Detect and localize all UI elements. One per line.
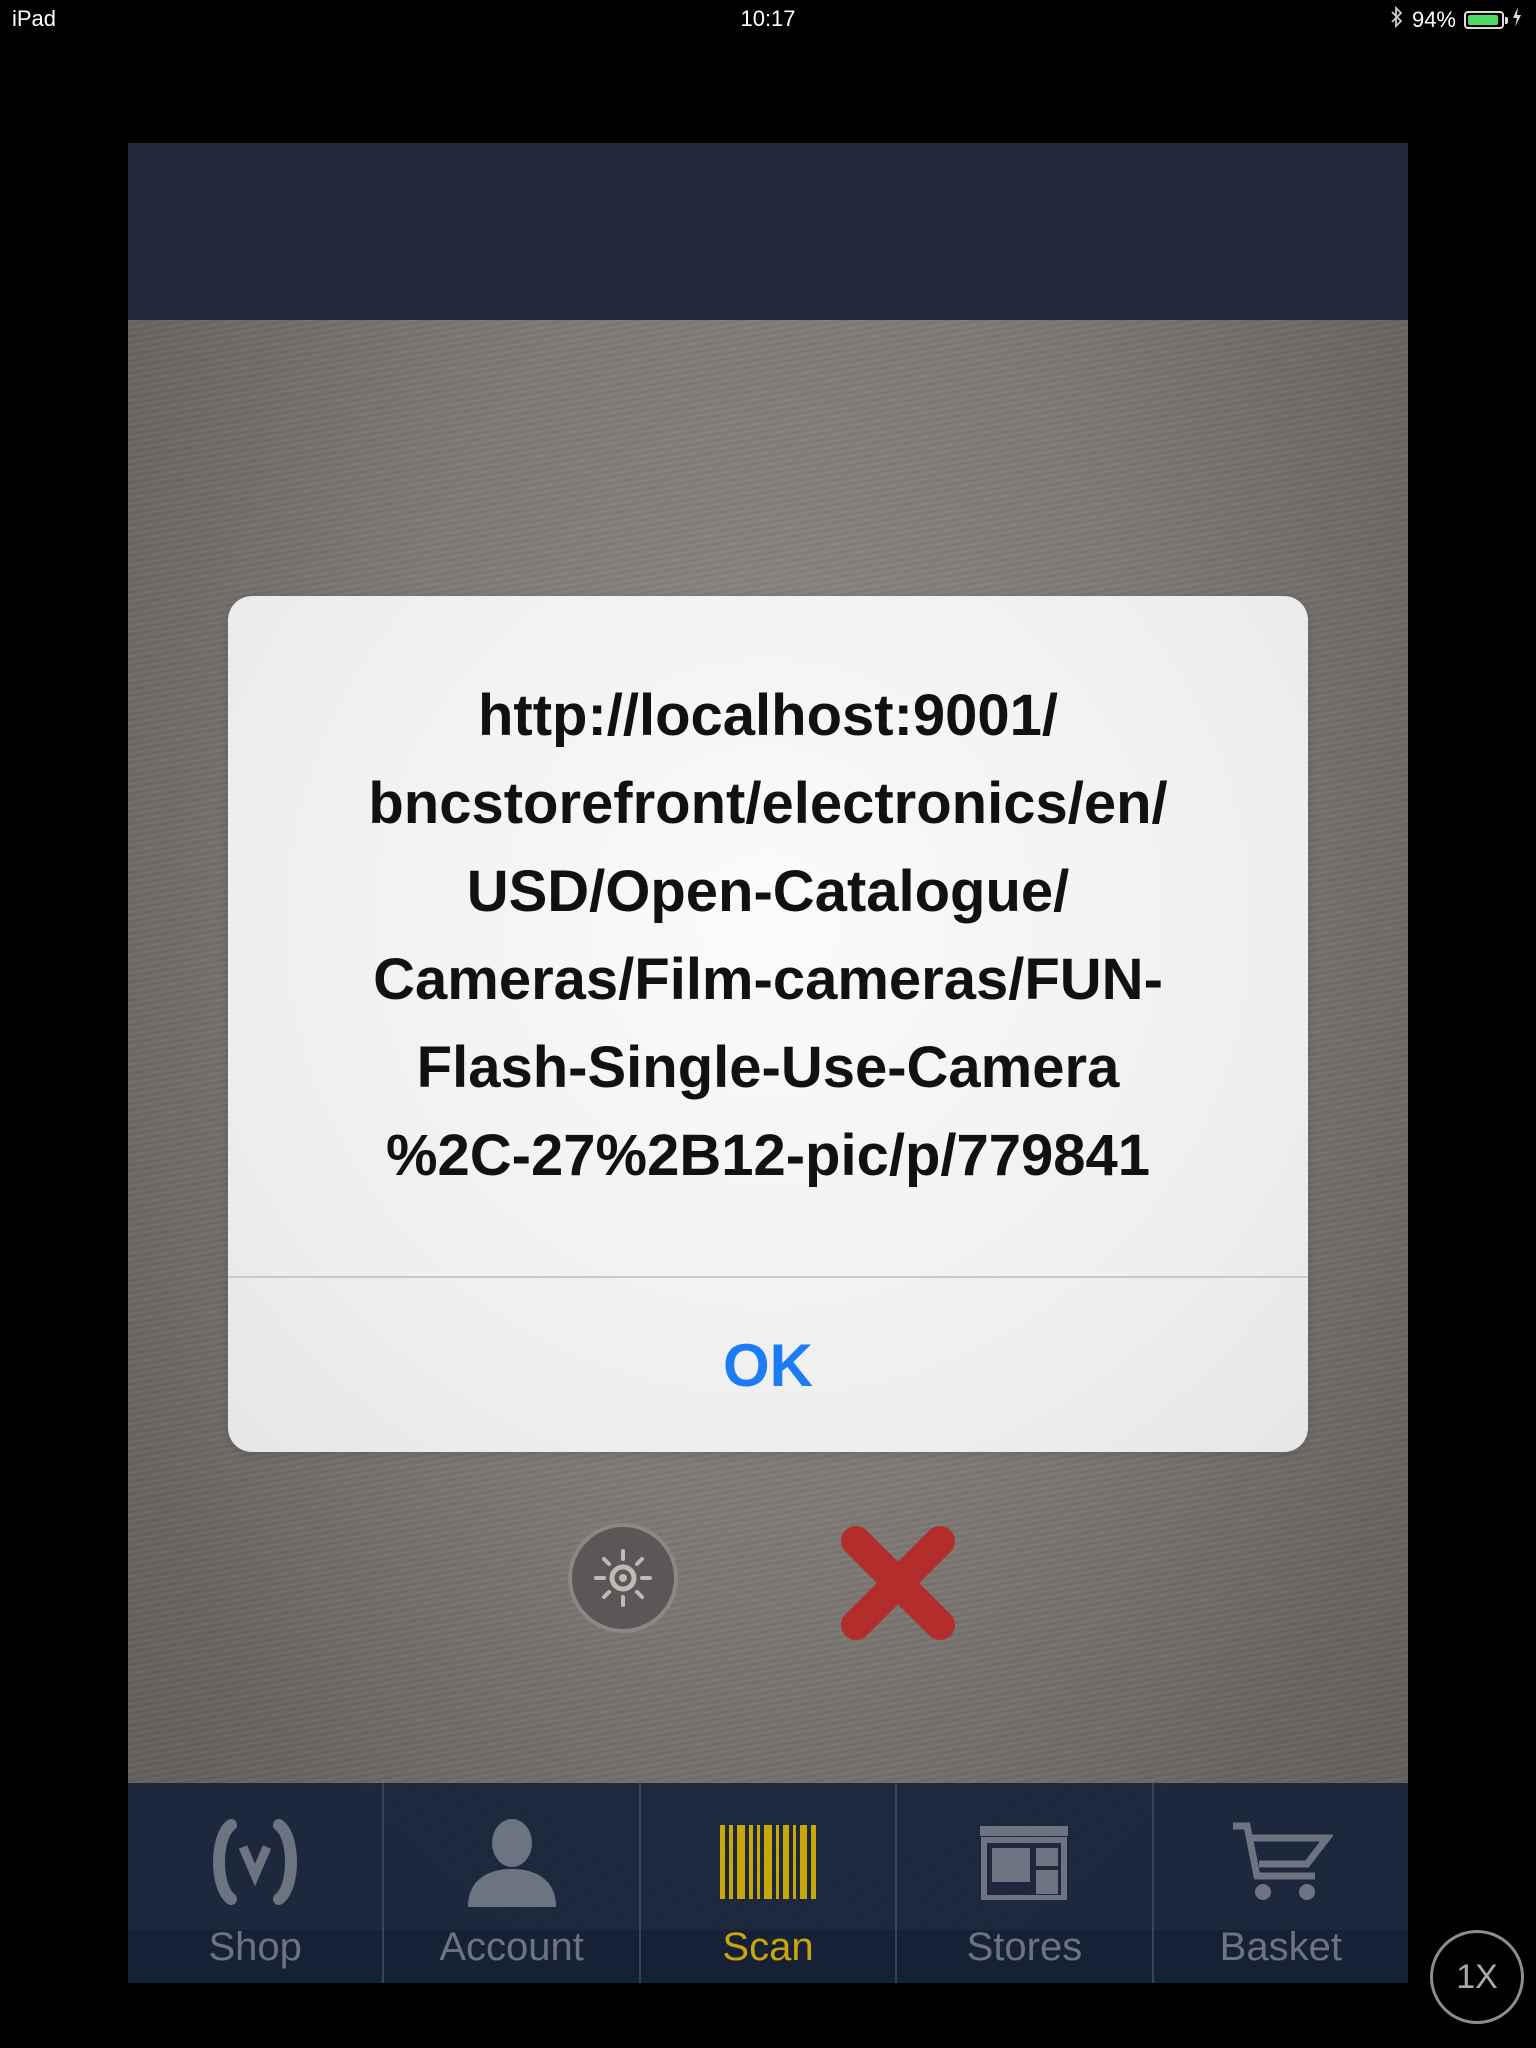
tab-label: Account [439, 1925, 584, 1969]
tab-label: Basket [1219, 1925, 1342, 1969]
close-scanner-button[interactable] [838, 1523, 958, 1643]
status-right: 94% [1390, 5, 1522, 34]
navigation-bar [128, 143, 1408, 322]
battery-fill [1468, 15, 1498, 25]
battery-icon [1464, 11, 1508, 29]
ok-button[interactable]: OK [228, 1278, 1308, 1452]
battery-percent: 94% [1411, 7, 1456, 32]
tab-bar: Shop Account Scan Stores Basket [128, 1783, 1408, 1983]
tab-label: Shop [208, 1925, 302, 1969]
store-icon [969, 1817, 1079, 1907]
alert-message: http://localhost:9001/ bncstorefront/ele… [368, 683, 1168, 1188]
cart-icon [1226, 1817, 1336, 1907]
tab-label: Scan [722, 1925, 814, 1969]
zoom-badge[interactable]: 1X [1430, 1930, 1524, 2024]
tab-label: Stores [966, 1925, 1083, 1969]
clock: 10:17 [740, 6, 796, 31]
status-bar: iPad 10:17 94% [0, 0, 1536, 40]
alert-dialog: http://localhost:9001/ bncstorefront/ele… [228, 596, 1308, 1452]
person-icon [457, 1817, 567, 1907]
close-x-icon [841, 1526, 955, 1640]
tab-shop[interactable]: Shop [128, 1783, 385, 1983]
charging-icon [1512, 7, 1522, 33]
tab-scan[interactable]: Scan [641, 1783, 898, 1983]
barcode-icon [713, 1817, 823, 1907]
shop-logo-icon [200, 1817, 310, 1907]
flash-toggle-button[interactable] [568, 1523, 678, 1633]
bluetooth-icon [1390, 5, 1404, 34]
tab-account[interactable]: Account [384, 1783, 641, 1983]
tab-stores[interactable]: Stores [897, 1783, 1154, 1983]
flash-toggle-icon [594, 1549, 652, 1607]
tab-basket[interactable]: Basket [1154, 1783, 1408, 1983]
